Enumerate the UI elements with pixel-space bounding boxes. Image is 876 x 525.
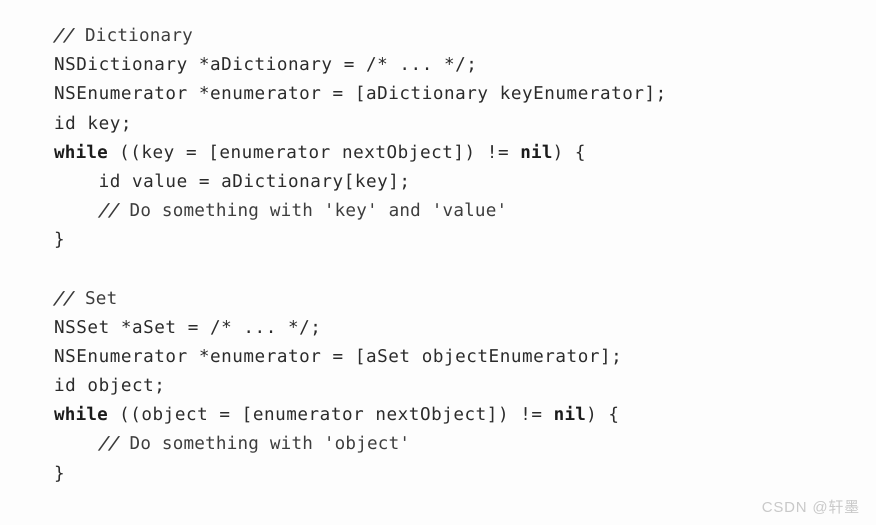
code-token-comment-text: Do something with 'object' xyxy=(118,434,411,455)
code-line: NSEnumerator *enumerator = [aSet objectE… xyxy=(0,343,876,372)
code-token-plain: id key; xyxy=(54,113,132,134)
code-token-comment-slash: // xyxy=(52,26,77,46)
code-token-plain: NSSet *aSet = /* ... */; xyxy=(54,317,322,338)
code-line: NSEnumerator *enumerator = [aDictionary … xyxy=(0,80,876,109)
code-token-plain: } xyxy=(54,230,66,251)
code-token-plain: ((key = [enumerator nextObject]) != xyxy=(107,142,521,163)
code-token-plain: ) { xyxy=(586,405,620,426)
code-line: while ((object = [enumerator nextObject]… xyxy=(0,401,876,430)
code-token-plain: ) { xyxy=(552,142,587,163)
code-line: // Do something with 'object' xyxy=(0,430,876,459)
code-token-comment-text: Do something with 'key' and 'value' xyxy=(118,201,508,222)
code-line: // Set xyxy=(0,285,876,314)
code-line: } xyxy=(0,226,876,255)
code-token-keyword: while xyxy=(54,405,108,426)
code-line: id object; xyxy=(0,372,876,401)
code-token-comment-slash: // xyxy=(96,434,122,455)
code-token-comment-text: Set xyxy=(74,288,118,309)
code-token-plain: } xyxy=(54,463,66,484)
code-token-plain: NSEnumerator *enumerator = [aSet objectE… xyxy=(54,346,623,367)
code-token-plain: ((object = [enumerator nextObject]) != xyxy=(107,405,554,426)
code-line: NSSet *aSet = /* ... */; xyxy=(0,314,876,343)
scanned-page: _ .. ___ _ ____ // DictionaryNSDictionar… xyxy=(0,0,876,525)
code-line: while ((key = [enumerator nextObject]) !… xyxy=(0,139,876,168)
code-token-plain: NSDictionary *aDictionary = /* ... */; xyxy=(54,55,478,76)
code-block-set: // Set NSSet *aSet = /* ... */; NSEnumerat… xyxy=(0,285,876,489)
code-token-plain: NSEnumerator *enumerator = [aDictionary … xyxy=(54,84,667,105)
code-token-comment-slash: // xyxy=(52,288,77,309)
code-token-plain: id value = aDictionary[key]; xyxy=(54,171,411,192)
code-line: id value = aDictionary[key]; xyxy=(0,168,876,197)
code-line: NSDictionary *aDictionary = /* ... */; xyxy=(0,51,876,80)
code-block-dictionary: // Dictionary NSDictionary *aDictionary =… xyxy=(0,22,876,256)
code-token-keyword: nil xyxy=(553,405,587,426)
code-line: } xyxy=(0,460,876,489)
code-token-keyword: nil xyxy=(520,142,553,163)
code-token-plain: id object; xyxy=(54,376,166,397)
code-token-comment-slash: // xyxy=(96,201,122,222)
code-token-keyword: while xyxy=(54,142,108,163)
code-line: // Dictionary xyxy=(0,22,876,51)
csdn-watermark: CSDN @轩墨 xyxy=(761,499,860,516)
code-token-comment-text: Dictionary xyxy=(74,26,193,46)
code-line: // Do something with 'key' and 'value' xyxy=(0,197,876,226)
code-line: id key; xyxy=(0,110,876,139)
code-listing: // Dictionary NSDictionary *aDictionary =… xyxy=(0,0,876,489)
